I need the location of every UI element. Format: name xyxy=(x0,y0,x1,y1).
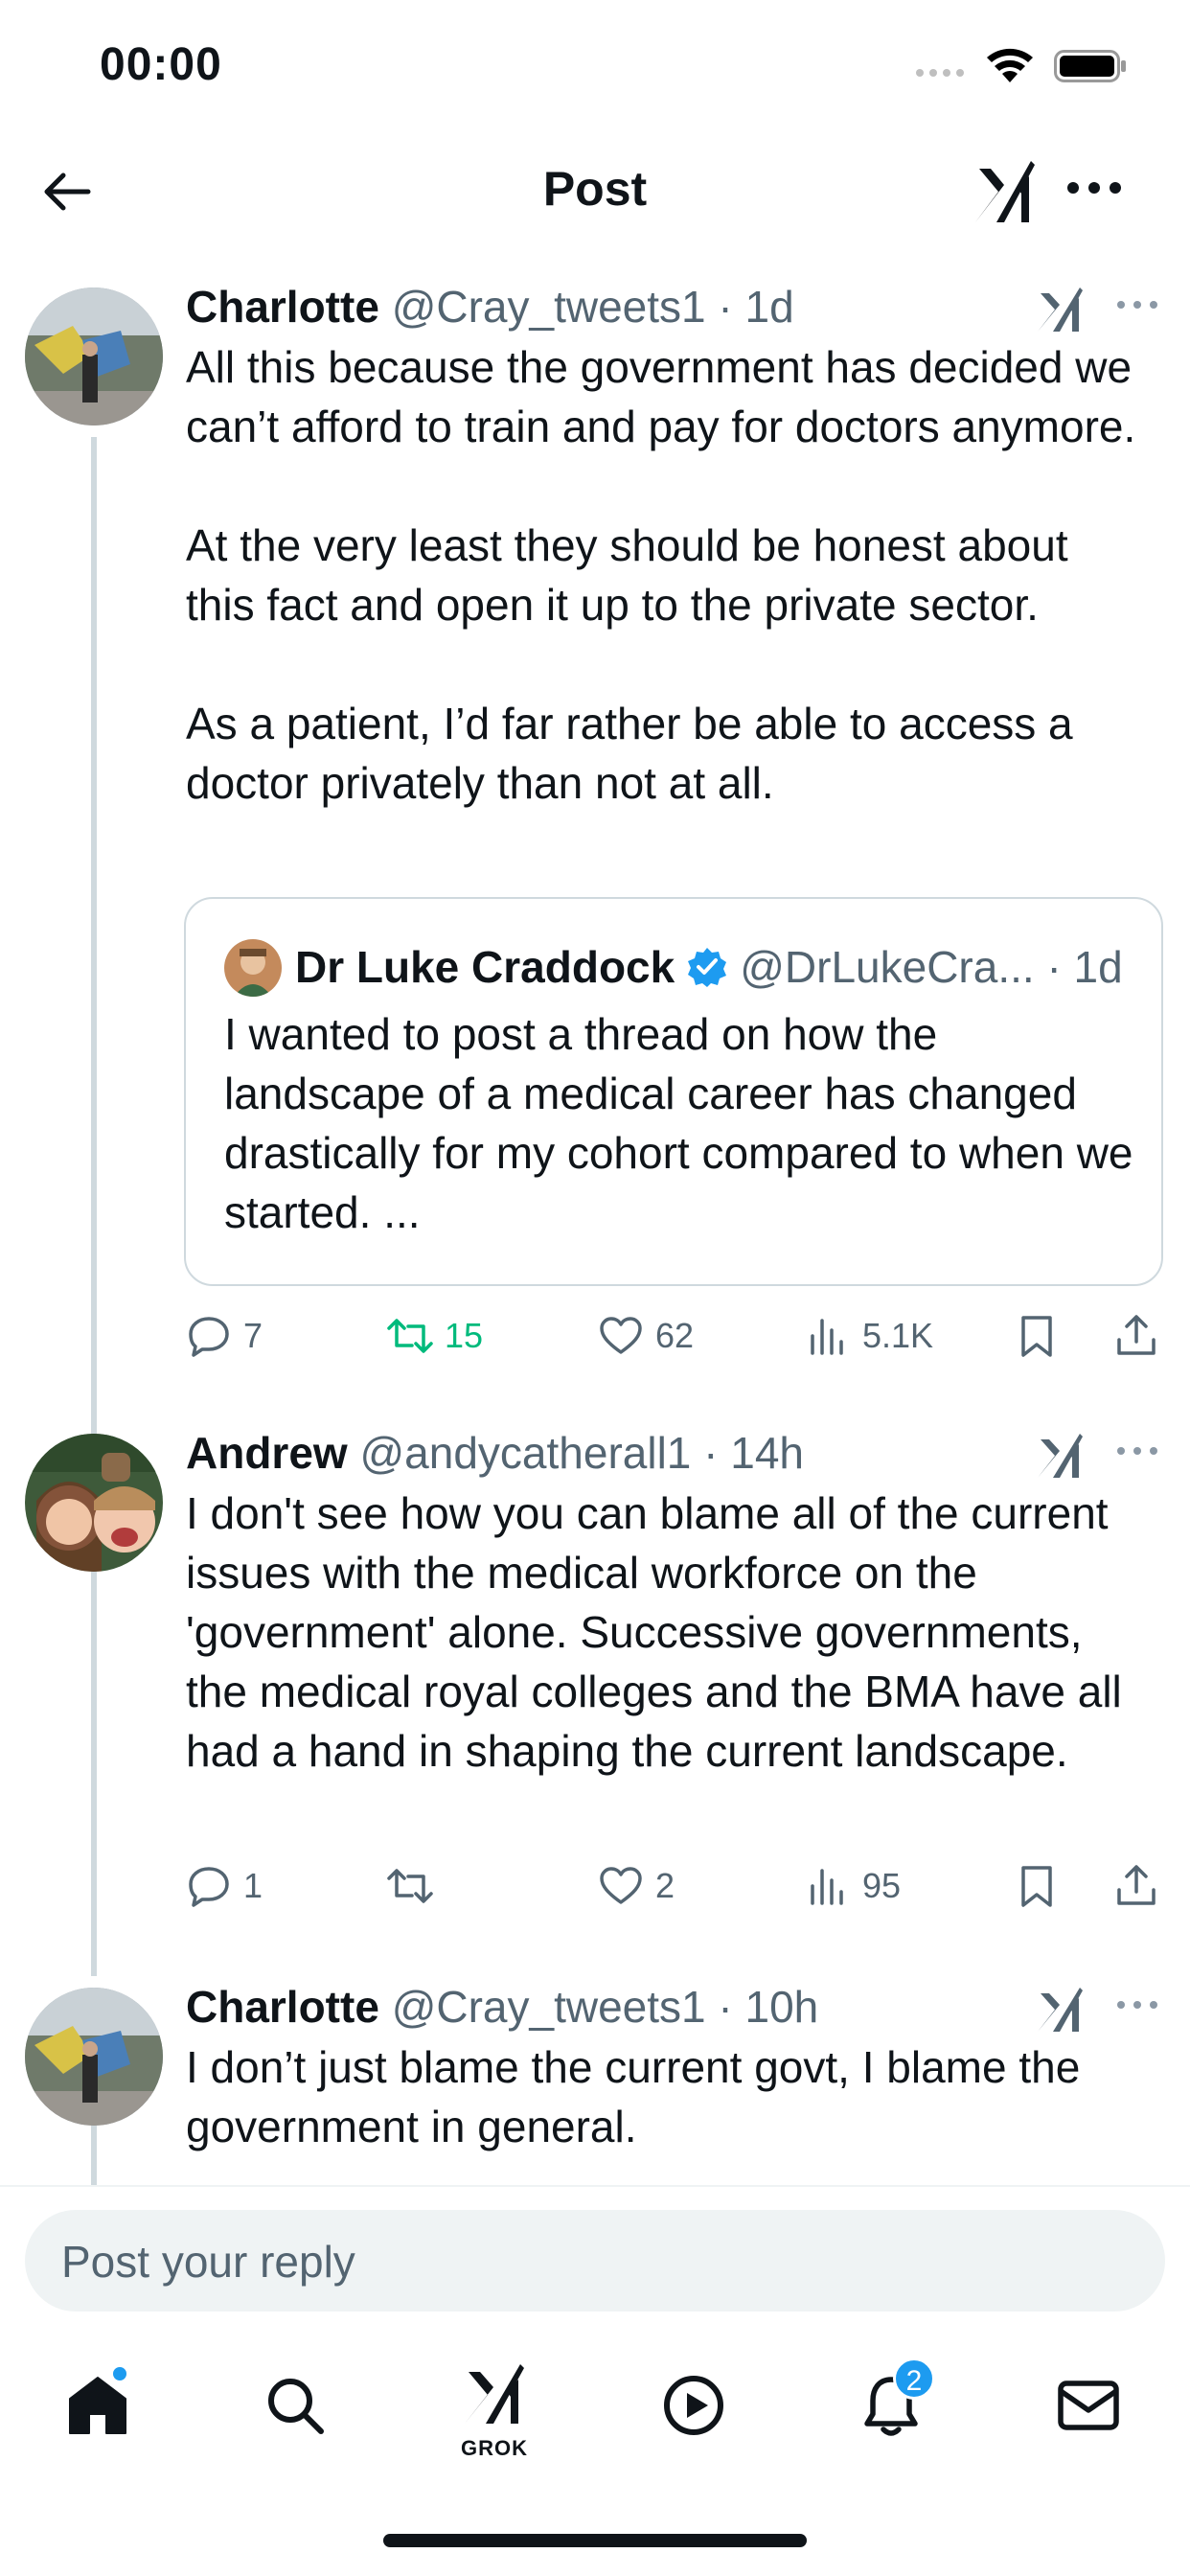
post-actions: 7 15 62 5.1K xyxy=(186,1307,1165,1365)
mail-icon xyxy=(1058,2380,1119,2430)
more-options-icon[interactable] xyxy=(1065,178,1123,197)
post[interactable]: Andrew @andycatherall1 · 14h I don't see… xyxy=(0,1424,1190,1922)
author-name[interactable]: Charlotte xyxy=(186,1982,379,2032)
more-options-icon[interactable] xyxy=(1115,297,1159,312)
reply-count: 7 xyxy=(243,1316,263,1355)
play-circle-icon xyxy=(664,2376,723,2435)
bookmark-button[interactable] xyxy=(1014,1857,1060,1915)
author-handle-time[interactable]: @Cray_tweets1 · 10h xyxy=(392,1982,819,2032)
post-header: Charlotte @Cray_tweets1 · 1d xyxy=(186,278,1010,335)
status-time: 00:00 xyxy=(100,39,222,90)
bookmark-icon xyxy=(1021,1866,1052,1907)
post-text: I don't see how you can blame all of the… xyxy=(186,1488,1134,1776)
grok-icon[interactable] xyxy=(1037,1984,1085,2036)
view-count: 5.1K xyxy=(862,1316,934,1355)
heart-icon xyxy=(600,1317,642,1354)
like-button[interactable]: 62 xyxy=(598,1307,694,1365)
bookmark-button[interactable] xyxy=(1014,1307,1060,1365)
post-header: Andrew @andycatherall1 · 14h xyxy=(186,1424,1010,1482)
like-count: 2 xyxy=(655,1866,675,1905)
home-indicator xyxy=(383,2534,807,2547)
heart-icon xyxy=(600,1867,642,1904)
post[interactable]: Charlotte @Cray_tweets1 · 10h I don’t ju… xyxy=(0,1978,1190,2185)
avatar[interactable] xyxy=(25,1988,163,2126)
top-bar: Post xyxy=(0,134,1190,249)
repost-count: 15 xyxy=(445,1316,484,1355)
repost-button[interactable] xyxy=(387,1857,445,1915)
share-icon xyxy=(1117,1315,1156,1355)
verified-badge-icon xyxy=(688,948,727,987)
reply-placeholder: Post your reply xyxy=(61,2237,355,2287)
quote-header: Dr Luke Craddock @DrLukeCra... · 1d xyxy=(295,937,1148,997)
more-options-icon[interactable] xyxy=(1115,1997,1159,2012)
avatar[interactable] xyxy=(25,288,163,426)
avatar xyxy=(224,939,282,997)
share-button[interactable] xyxy=(1113,1307,1159,1365)
view-count: 95 xyxy=(862,1866,902,1905)
views-icon xyxy=(811,1319,843,1355)
nav-grok[interactable]: GROK xyxy=(437,2329,552,2482)
repost-icon xyxy=(387,1319,433,1353)
reply-button[interactable]: 7 xyxy=(186,1307,263,1365)
post-text: All this because the government has deci… xyxy=(186,342,1136,808)
share-icon xyxy=(1117,1865,1156,1905)
more-options-icon[interactable] xyxy=(1115,1443,1159,1459)
status-bar: 00:00 xyxy=(0,0,1190,134)
grok-label: GROK xyxy=(461,2436,528,2460)
grok-icon xyxy=(465,2364,524,2424)
author-handle-time[interactable]: @Cray_tweets1 · 1d xyxy=(392,282,794,332)
reply-button[interactable]: 1 xyxy=(186,1857,263,1915)
wifi-icon xyxy=(987,48,1033,82)
author-handle-time[interactable]: @andycatherall1 · 14h xyxy=(359,1428,804,1478)
nav-home[interactable] xyxy=(40,2329,155,2482)
reply-icon xyxy=(189,1867,229,1907)
views-button[interactable]: 5.1K xyxy=(805,1307,933,1365)
bottom-nav: GROK 2 xyxy=(0,2329,1190,2482)
share-button[interactable] xyxy=(1113,1857,1159,1915)
notifications-badge: 2 xyxy=(893,2358,935,2400)
reply-icon xyxy=(189,1317,229,1357)
post-text: I don’t just blame the current govt, I b… xyxy=(186,2042,1093,2151)
author-handle-time: @DrLukeCra... · 1d xyxy=(740,942,1123,992)
grok-icon[interactable] xyxy=(973,155,1037,228)
reply-input[interactable]: Post your reply xyxy=(25,2210,1165,2312)
post[interactable]: Charlotte @Cray_tweets1 · 1d All this be… xyxy=(0,278,1190,1370)
nav-video[interactable] xyxy=(636,2329,751,2482)
search-icon xyxy=(268,2379,324,2434)
repost-icon xyxy=(387,1869,433,1903)
repost-button[interactable]: 15 xyxy=(387,1307,483,1365)
reply-count: 1 xyxy=(243,1866,263,1905)
nav-messages[interactable] xyxy=(1031,2329,1146,2482)
author-name[interactable]: Charlotte xyxy=(186,282,379,332)
like-button[interactable]: 2 xyxy=(598,1857,675,1915)
quote-text: I wanted to post a thread on how the lan… xyxy=(224,1009,1133,1237)
views-button[interactable]: 95 xyxy=(805,1857,901,1915)
battery-icon xyxy=(1054,50,1126,82)
post-header: Charlotte @Cray_tweets1 · 10h xyxy=(186,1978,1010,2036)
divider xyxy=(0,2185,1190,2187)
grok-icon[interactable] xyxy=(1037,1430,1085,1482)
unread-dot xyxy=(111,2365,128,2382)
nav-search[interactable] xyxy=(238,2329,353,2482)
nav-notifications[interactable]: 2 xyxy=(834,2329,949,2482)
grok-icon[interactable] xyxy=(1037,284,1085,335)
views-icon xyxy=(811,1869,843,1905)
author-name: Dr Luke Craddock xyxy=(295,942,675,992)
post-actions: 1 2 95 xyxy=(186,1857,1165,1915)
author-name[interactable]: Andrew xyxy=(186,1428,348,1478)
avatar[interactable] xyxy=(25,1434,163,1572)
like-count: 62 xyxy=(655,1316,695,1355)
quoted-post[interactable]: Dr Luke Craddock @DrLukeCra... · 1d I wa… xyxy=(184,897,1163,1286)
cellular-signal-icon xyxy=(916,69,964,77)
bookmark-icon xyxy=(1021,1316,1052,1357)
